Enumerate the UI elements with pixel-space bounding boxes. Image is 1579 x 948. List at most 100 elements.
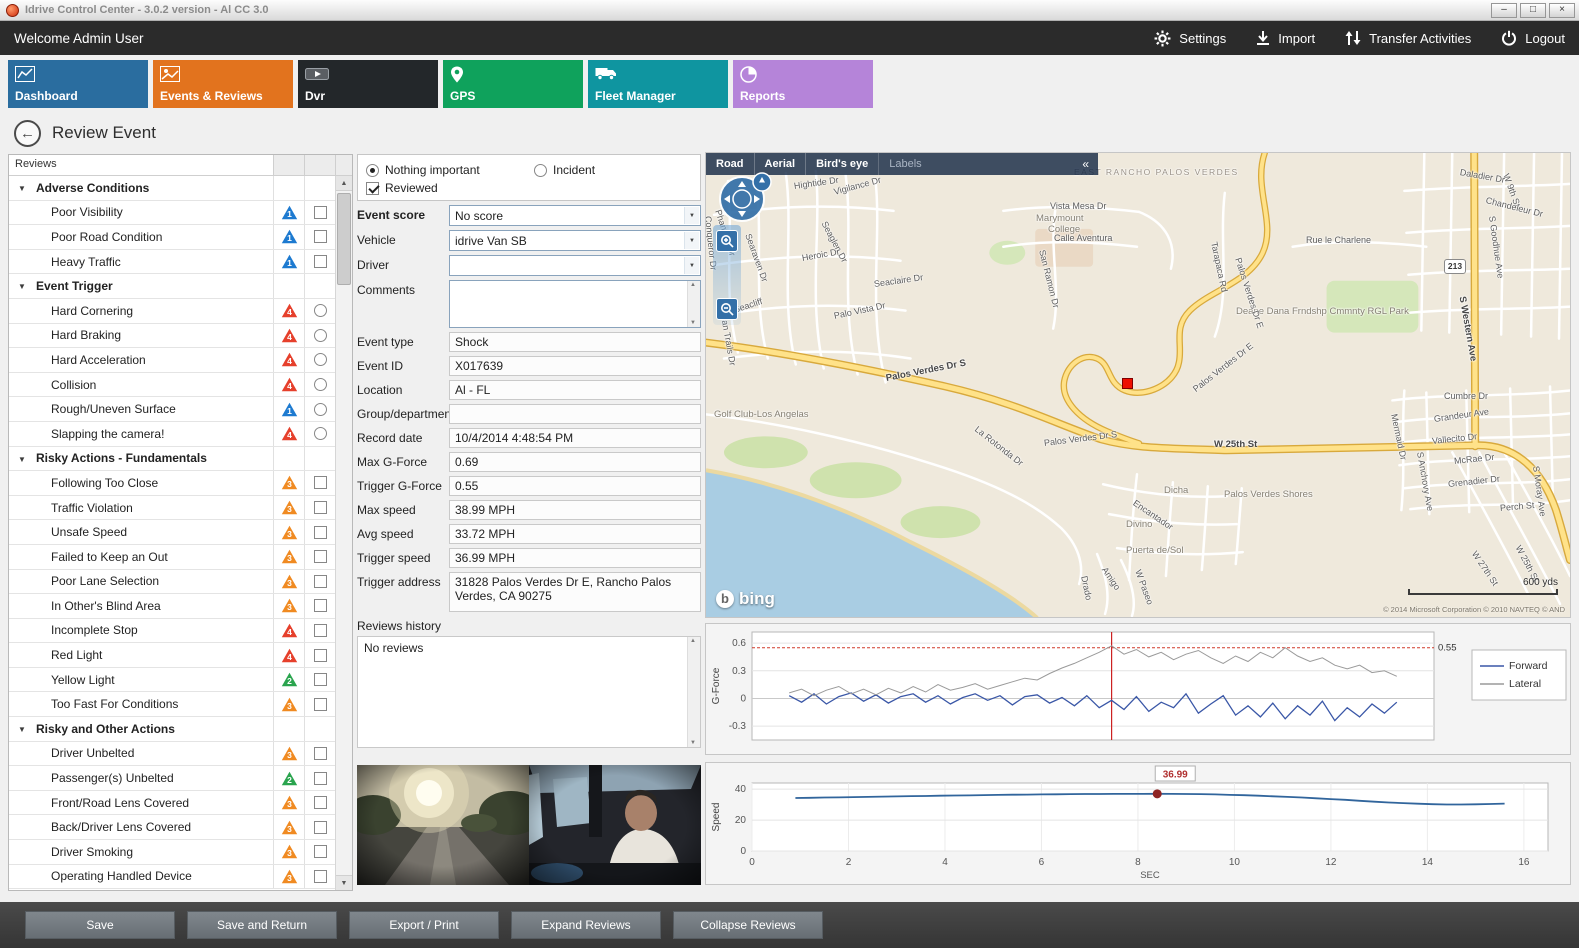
tab-events-reviews[interactable]: Events & Reviews <box>153 60 293 108</box>
event-score-select[interactable]: No score▼ <box>449 205 701 226</box>
review-checkbox[interactable] <box>314 476 327 489</box>
review-group-row[interactable]: ▼Adverse Conditions <box>9 176 335 201</box>
driver-camera-video[interactable] <box>529 765 701 885</box>
map-zoom-control[interactable] <box>713 225 741 325</box>
collapse-reviews-button[interactable]: Collapse Reviews <box>673 911 823 939</box>
review-checkbox[interactable] <box>314 698 327 711</box>
map-view-birdseye[interactable]: Bird's eye <box>805 153 878 175</box>
review-radio[interactable] <box>314 427 327 440</box>
review-checkbox[interactable] <box>314 747 327 760</box>
review-radio[interactable] <box>314 353 327 366</box>
expander-icon[interactable]: ▼ <box>18 725 26 734</box>
expander-icon[interactable]: ▼ <box>18 282 26 291</box>
vehicle-select[interactable]: idrive Van SB▼ <box>449 230 701 251</box>
trigger-speed-marker <box>1153 789 1162 798</box>
transfer-activities-button[interactable]: Transfer Activities <box>1345 30 1471 46</box>
review-checkbox[interactable] <box>314 624 327 637</box>
reviews-scrollbar[interactable]: ▲ ▼ <box>335 176 352 890</box>
bing-map[interactable]: EAST RANCHO PALOS VERDESMarymountCollege… <box>705 152 1571 618</box>
select-cell <box>304 717 335 741</box>
review-checkbox[interactable] <box>314 501 327 514</box>
page-header: ← Review Event <box>0 113 156 153</box>
review-checkbox[interactable] <box>314 550 327 563</box>
review-checkbox[interactable] <box>314 255 327 268</box>
review-group-row[interactable]: ▼Risky and Other Actions <box>9 717 335 742</box>
incident-option[interactable]: Incident <box>534 163 595 177</box>
review-item-row: Heavy Traffic1 <box>9 250 335 275</box>
expand-reviews-button[interactable]: Expand Reviews <box>511 911 661 939</box>
logout-button[interactable]: Logout <box>1501 30 1565 46</box>
map-view-labels[interactable]: Labels <box>878 153 931 175</box>
history-scrollbar[interactable] <box>687 637 700 747</box>
review-radio[interactable] <box>314 329 327 342</box>
settings-button[interactable]: Settings <box>1154 30 1226 47</box>
review-checkbox[interactable] <box>314 821 327 834</box>
svg-text:6: 6 <box>1039 857 1045 868</box>
review-checkbox[interactable] <box>314 575 327 588</box>
map-canvas[interactable] <box>706 153 1570 618</box>
nothing-important-option[interactable]: Nothing important <box>366 163 534 177</box>
close-button[interactable]: × <box>1549 3 1575 18</box>
review-checkbox[interactable] <box>314 526 327 539</box>
tab-reports[interactable]: Reports <box>733 60 873 108</box>
back-button[interactable]: ← <box>14 120 41 147</box>
road-camera-video[interactable] <box>357 765 529 885</box>
review-checkbox[interactable] <box>314 230 327 243</box>
bing-logo[interactable]: b bing <box>716 589 775 609</box>
reviews-history-box[interactable]: No reviews <box>357 636 701 748</box>
review-checkbox[interactable] <box>314 673 327 686</box>
save-and-return-button[interactable]: Save and Return <box>187 911 337 939</box>
expander-icon[interactable]: ▼ <box>18 184 26 193</box>
tab-dashboard[interactable]: Dashboard <box>8 60 148 108</box>
radio-icon[interactable] <box>534 164 547 177</box>
driver-select[interactable]: ▼ <box>449 255 701 276</box>
expander-icon[interactable]: ▼ <box>18 455 26 464</box>
review-item-label: Operating Handled Device <box>9 869 273 883</box>
svg-text:14: 14 <box>1422 857 1434 868</box>
module-tabs: Dashboard Events & Reviews Dvr GPS Fleet… <box>0 55 1579 113</box>
review-radio[interactable] <box>314 378 327 391</box>
scroll-down-icon[interactable]: ▼ <box>336 875 352 890</box>
review-checkbox[interactable] <box>314 796 327 809</box>
review-checkbox[interactable] <box>314 206 327 219</box>
review-group-row[interactable]: ▼Event Trigger <box>9 274 335 299</box>
minimize-button[interactable]: – <box>1491 3 1517 18</box>
review-checkbox[interactable] <box>314 599 327 612</box>
review-radio[interactable] <box>314 403 327 416</box>
event-type-value: Shock <box>449 332 701 352</box>
svg-text:4: 4 <box>287 652 292 662</box>
textarea-scrollbar[interactable] <box>687 281 700 327</box>
severity-cell: 4 <box>273 348 304 372</box>
scrollbar-thumb[interactable] <box>337 193 351 285</box>
event-location-marker[interactable] <box>1122 378 1133 389</box>
tab-dvr[interactable]: Dvr <box>298 60 438 108</box>
svg-text:1: 1 <box>287 233 292 243</box>
tab-fleet-manager[interactable]: Fleet Manager <box>588 60 728 108</box>
review-checkbox[interactable] <box>314 772 327 785</box>
export-print-button[interactable]: Export / Print <box>349 911 499 939</box>
save-button[interactable]: Save <box>25 911 175 939</box>
svg-text:3: 3 <box>287 602 292 612</box>
review-item-row: Driver Smoking3 <box>9 840 335 865</box>
svg-text:4: 4 <box>287 332 292 342</box>
review-item-label: Hard Braking <box>9 328 273 342</box>
review-item-row: Passenger(s) Unbelted2 <box>9 766 335 791</box>
review-radio[interactable] <box>314 304 327 317</box>
review-checkbox[interactable] <box>314 649 327 662</box>
review-group-row[interactable]: ▼Risky Actions - Fundamentals <box>9 447 335 472</box>
tab-gps[interactable]: GPS <box>443 60 583 108</box>
map-compass-control[interactable] <box>716 169 774 230</box>
maximize-button[interactable]: □ <box>1520 3 1546 18</box>
reviewed-option[interactable]: Reviewed <box>366 181 438 195</box>
scroll-up-icon[interactable]: ▲ <box>336 176 352 191</box>
review-group-label: Event Trigger <box>9 279 273 293</box>
zoom-in-button[interactable] <box>716 230 738 252</box>
review-checkbox[interactable] <box>314 845 327 858</box>
radio-selected-icon[interactable] <box>366 164 379 177</box>
import-button[interactable]: Import <box>1256 30 1315 46</box>
comments-textarea[interactable] <box>449 280 701 328</box>
review-checkbox[interactable] <box>314 870 327 883</box>
map-collapse-button[interactable]: « <box>1073 157 1098 171</box>
checkbox-checked-icon[interactable] <box>366 182 379 195</box>
zoom-out-button[interactable] <box>716 298 738 320</box>
